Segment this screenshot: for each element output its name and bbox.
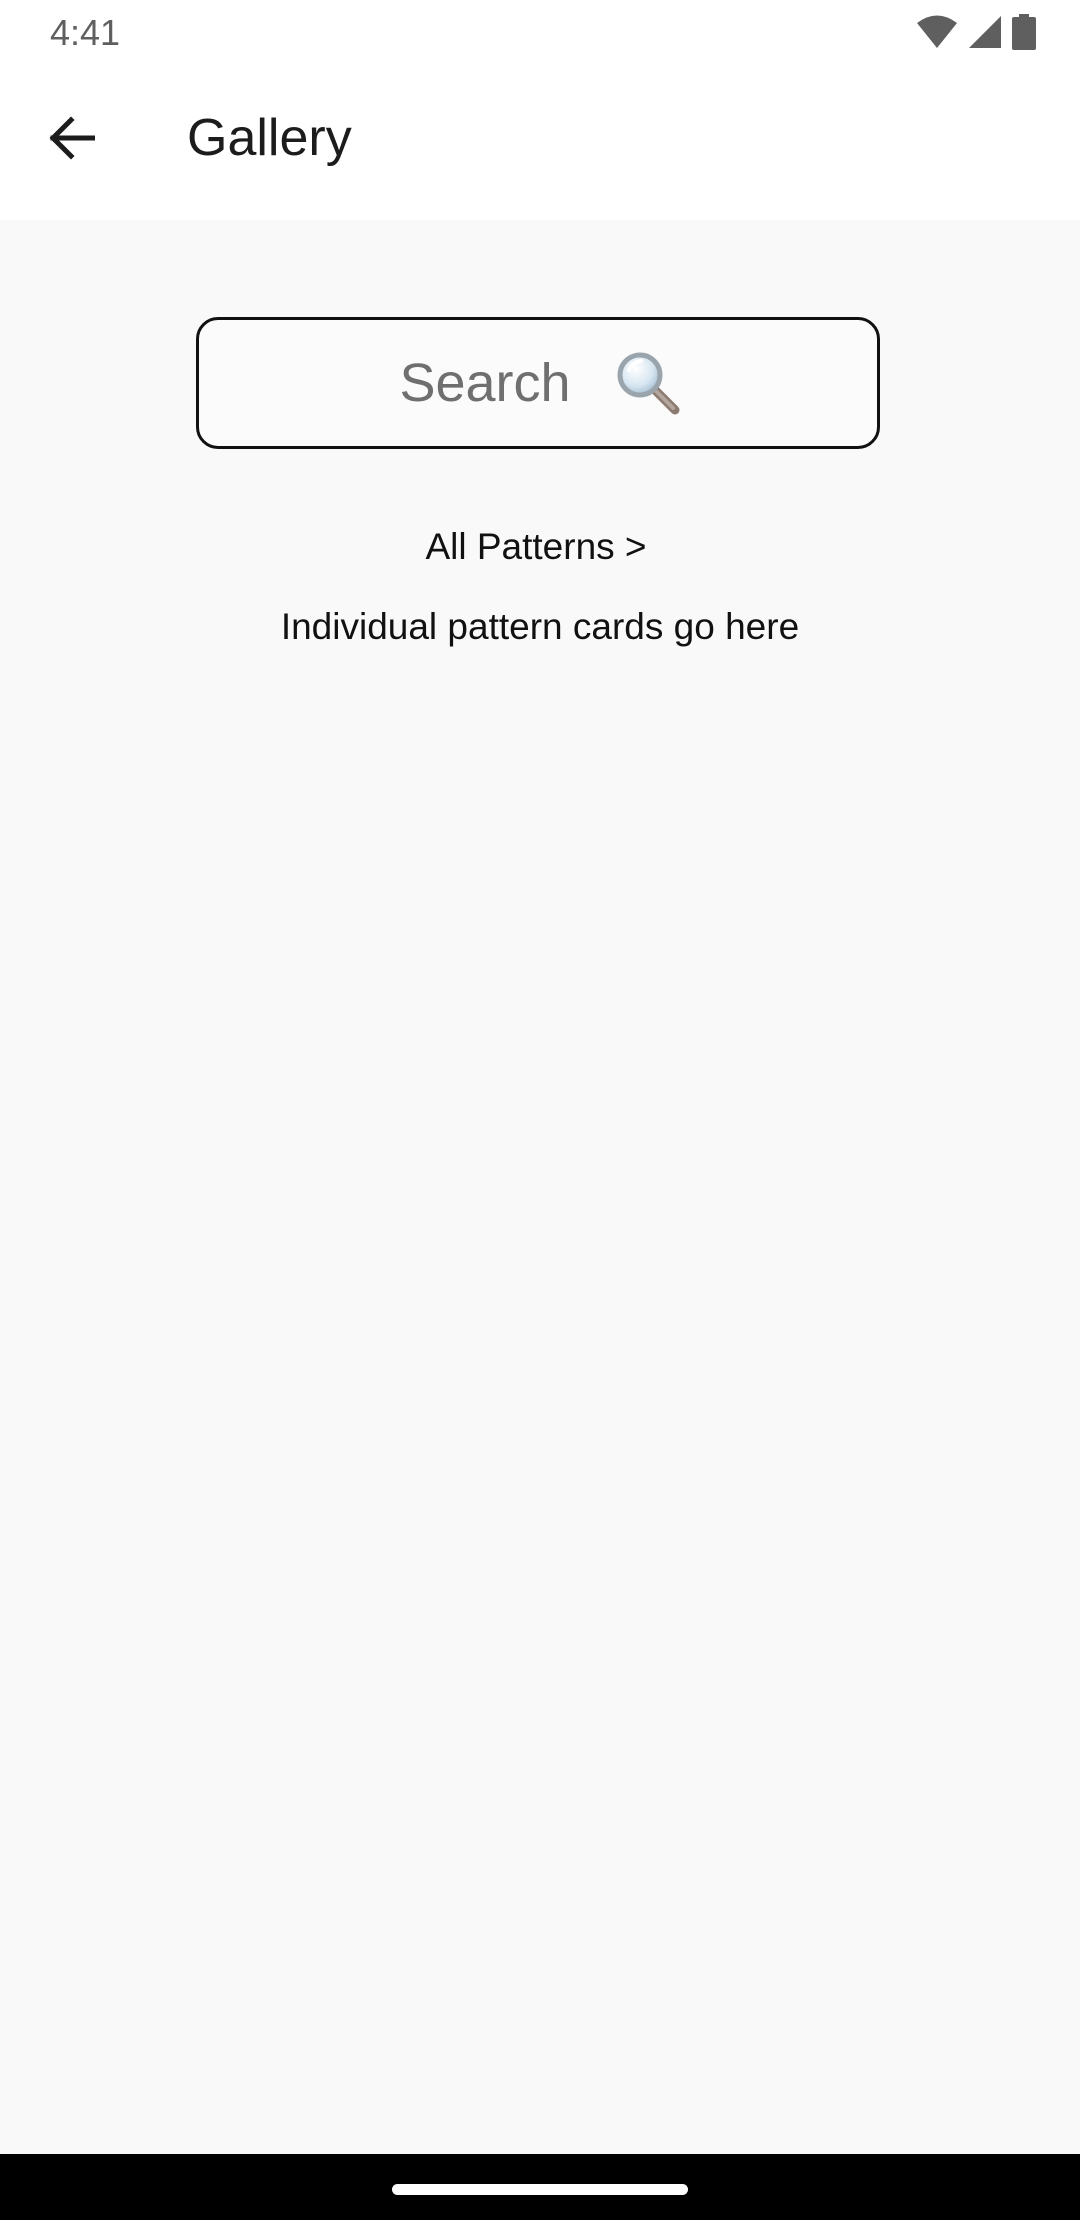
home-gesture-handle[interactable] bbox=[392, 2184, 688, 2195]
search-input[interactable] bbox=[395, 352, 575, 414]
back-button[interactable] bbox=[28, 110, 114, 166]
all-patterns-link[interactable]: All Patterns > bbox=[0, 526, 1072, 568]
page-title: Gallery bbox=[187, 109, 352, 167]
app-bar: Gallery bbox=[0, 64, 1080, 220]
navigation-bar bbox=[0, 2154, 1080, 2220]
arrow-left-icon bbox=[49, 116, 95, 160]
status-icons bbox=[916, 14, 1036, 50]
search-field[interactable] bbox=[196, 317, 880, 449]
status-bar: 4:41 bbox=[0, 0, 1080, 64]
battery-icon bbox=[1012, 14, 1036, 50]
signal-icon bbox=[968, 14, 1002, 50]
status-time: 4:41 bbox=[50, 12, 121, 53]
pattern-cards-placeholder: Individual pattern cards go here bbox=[280, 606, 800, 647]
wifi-icon bbox=[916, 14, 958, 50]
gallery-screen: 4:41 Gallery Search All Patterns > Indiv… bbox=[0, 0, 1080, 2220]
search-icon[interactable] bbox=[615, 350, 681, 416]
